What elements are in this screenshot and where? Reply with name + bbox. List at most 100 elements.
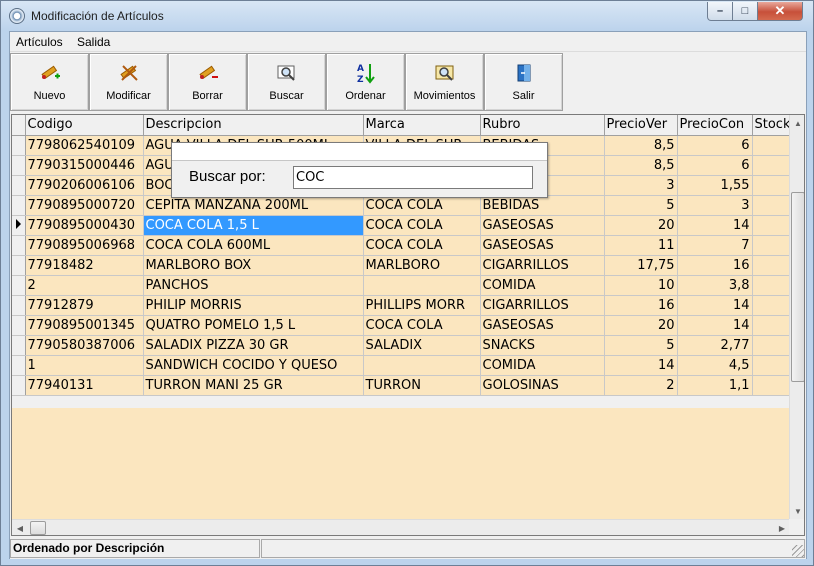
cell-precio-compra[interactable]: 1,1 <box>677 375 753 396</box>
title-bar[interactable]: Modificación de Artículos – □ ✕ <box>1 1 813 31</box>
cell-rubro[interactable]: GASEOSAS <box>480 235 605 256</box>
cell-rubro[interactable]: GASEOSAS <box>480 215 605 236</box>
cell-precio-compra[interactable]: 16 <box>677 255 753 276</box>
cell-codigo[interactable]: 7790895000720 <box>25 195 144 216</box>
cell-precio-compra[interactable]: 6 <box>677 155 753 176</box>
cell-rubro[interactable]: COMIDA <box>480 355 605 376</box>
row-indicator[interactable] <box>12 155 26 176</box>
cell-precio-venta[interactable]: 20 <box>604 215 678 236</box>
cell-precio-venta[interactable]: 8,5 <box>604 155 678 176</box>
cell-precio-venta[interactable]: 8,5 <box>604 135 678 156</box>
table-row[interactable]: 1 SANDWICH COCIDO Y QUESO COMIDA 14 4,5 <box>12 355 797 376</box>
cell-codigo[interactable]: 1 <box>25 355 144 376</box>
cell-codigo[interactable]: 7790895000430 <box>25 215 144 236</box>
cell-descripcion[interactable]: SANDWICH COCIDO Y QUESO <box>143 355 364 376</box>
cell-codigo[interactable]: 7790206006106 <box>25 175 144 196</box>
row-indicator[interactable] <box>12 295 26 316</box>
salir-button[interactable]: Salir <box>484 53 563 111</box>
vertical-scroll-thumb[interactable] <box>791 192 804 382</box>
menu-articulos[interactable]: Artículos <box>16 35 63 49</box>
minimize-button[interactable]: – <box>707 2 733 21</box>
column-header-precio-venta[interactable]: PrecioVer <box>604 115 678 136</box>
cell-marca[interactable]: SALADIX <box>363 335 481 356</box>
cell-codigo[interactable]: 77940131 <box>25 375 144 396</box>
cell-rubro[interactable]: CIGARRILLOS <box>480 255 605 276</box>
table-row[interactable]: 7790895000720 CEPITA MANZANA 200ML COCA CO… <box>12 195 797 216</box>
cell-precio-venta[interactable]: 16 <box>604 295 678 316</box>
column-header-descripcion[interactable]: Descripcion <box>143 115 364 136</box>
cell-descripcion[interactable]: SALADIX PIZZA 30 GR <box>143 335 364 356</box>
row-indicator[interactable] <box>12 275 26 296</box>
resize-grip-icon[interactable] <box>792 545 804 557</box>
cell-codigo[interactable]: 2 <box>25 275 144 296</box>
table-row[interactable]: 77912879 PHILIP MORRIS PHILLIPS MORR CIGARR… <box>12 295 797 316</box>
horizontal-scroll-thumb[interactable] <box>30 521 46 535</box>
table-row[interactable]: 77940131 TURRON MANI 25 GR TURRON GOLOSINAS… <box>12 375 797 396</box>
cell-descripcion[interactable]: COCA COLA 1,5 L <box>143 215 364 236</box>
cell-codigo[interactable]: 7790895006968 <box>25 235 144 256</box>
row-indicator[interactable] <box>12 195 26 216</box>
cell-marca[interactable] <box>363 355 481 376</box>
cell-rubro[interactable]: COMIDA <box>480 275 605 296</box>
scroll-up-icon[interactable]: ▲ <box>790 115 804 131</box>
table-row[interactable]: 7790580387006 SALADIX PIZZA 30 GR SALADIX S… <box>12 335 797 356</box>
cell-codigo[interactable]: 77912879 <box>25 295 144 316</box>
cell-precio-venta[interactable]: 17,75 <box>604 255 678 276</box>
cell-rubro[interactable]: CIGARRILLOS <box>480 295 605 316</box>
vertical-scrollbar[interactable]: ▲ ▼ <box>789 115 804 519</box>
cell-codigo[interactable]: 77918482 <box>25 255 144 276</box>
cell-precio-compra[interactable]: 2,77 <box>677 335 753 356</box>
ordenar-button[interactable]: A Z Ordenar <box>326 53 405 111</box>
cell-codigo[interactable]: 7790580387006 <box>25 335 144 356</box>
maximize-button[interactable]: □ <box>732 2 758 21</box>
table-row[interactable]: 7790895001345 QUATRO POMELO 1,5 L COCA COL… <box>12 315 797 336</box>
cell-marca[interactable]: MARLBORO <box>363 255 481 276</box>
cell-marca[interactable]: COCA COLA <box>363 315 481 336</box>
cell-rubro[interactable]: BEBIDAS <box>480 195 605 216</box>
row-indicator[interactable] <box>12 255 26 276</box>
cell-codigo[interactable]: 7790315000446 <box>25 155 144 176</box>
cell-precio-compra[interactable]: 1,55 <box>677 175 753 196</box>
table-row[interactable]: 77918482 MARLBORO BOX MARLBORO CIGARRILLOS 1… <box>12 255 797 276</box>
column-header-codigo[interactable]: Codigo <box>25 115 144 136</box>
cell-descripcion[interactable]: PHILIP MORRIS <box>143 295 364 316</box>
cell-precio-venta[interactable]: 14 <box>604 355 678 376</box>
row-indicator[interactable] <box>12 215 26 236</box>
movimientos-button[interactable]: Movimientos <box>405 53 484 111</box>
cell-marca[interactable]: COCA COLA <box>363 235 481 256</box>
row-indicator[interactable] <box>12 135 26 156</box>
app-icon[interactable] <box>9 8 25 24</box>
table-row[interactable]: 2 PANCHOS COMIDA 10 3,8 <box>12 275 797 296</box>
row-indicator[interactable] <box>12 355 26 376</box>
row-indicator[interactable] <box>12 175 26 196</box>
cell-precio-venta[interactable]: 2 <box>604 375 678 396</box>
cell-rubro[interactable]: SNACKS <box>480 335 605 356</box>
column-header-precio-compra[interactable]: PrecioCon <box>677 115 753 136</box>
scroll-left-icon[interactable]: ◀ <box>12 520 28 535</box>
cell-descripcion[interactable]: MARLBORO BOX <box>143 255 364 276</box>
cell-precio-compra[interactable]: 14 <box>677 215 753 236</box>
cell-precio-compra[interactable]: 14 <box>677 315 753 336</box>
close-button[interactable]: ✕ <box>757 2 803 21</box>
cell-marca[interactable]: COCA COLA <box>363 195 481 216</box>
cell-rubro[interactable]: GOLOSINAS <box>480 375 605 396</box>
cell-precio-venta[interactable]: 20 <box>604 315 678 336</box>
modificar-button[interactable]: Modificar <box>89 53 168 111</box>
cell-precio-compra[interactable]: 7 <box>677 235 753 256</box>
row-indicator[interactable] <box>12 375 26 396</box>
column-header-rubro[interactable]: Rubro <box>480 115 605 136</box>
cell-descripcion[interactable]: CEPITA MANZANA 200ML <box>143 195 364 216</box>
cell-precio-compra[interactable]: 6 <box>677 135 753 156</box>
borrar-button[interactable]: Borrar <box>168 53 247 111</box>
cell-precio-venta[interactable]: 11 <box>604 235 678 256</box>
cell-precio-compra[interactable]: 4,5 <box>677 355 753 376</box>
cell-marca[interactable]: TURRON <box>363 375 481 396</box>
row-indicator[interactable] <box>12 315 26 336</box>
cell-marca[interactable] <box>363 275 481 296</box>
cell-precio-venta[interactable]: 3 <box>604 175 678 196</box>
cell-descripcion[interactable]: TURRON MANI 25 GR <box>143 375 364 396</box>
cell-codigo[interactable]: 77980625401​09 <box>25 135 144 156</box>
scroll-down-icon[interactable]: ▼ <box>790 503 804 519</box>
cell-precio-venta[interactable]: 10 <box>604 275 678 296</box>
search-input[interactable] <box>293 166 533 189</box>
